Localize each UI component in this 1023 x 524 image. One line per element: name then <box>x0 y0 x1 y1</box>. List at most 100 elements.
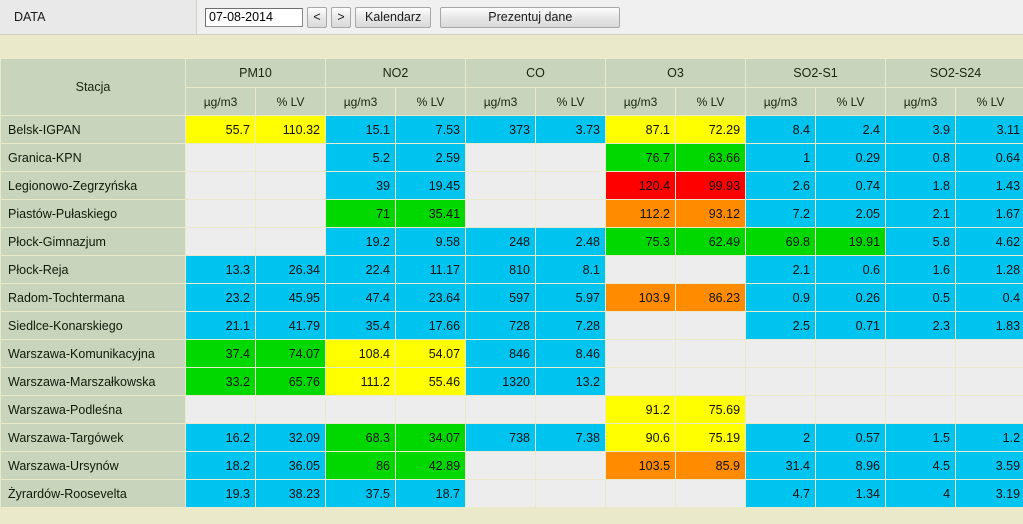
table-row: Belsk-IGPAN 55.7 110.32 15.1 7.53 373 3.73 87.1… <box>1 116 1023 143</box>
measurement-cell <box>676 340 746 367</box>
measurement-cell: 8.46 <box>536 340 606 367</box>
measurement-cell <box>746 368 816 395</box>
station-column-header: Stacja <box>1 59 185 115</box>
measurement-cell <box>606 256 676 283</box>
measurement-cell: 54.07 <box>396 340 466 367</box>
measurement-cell: 7.53 <box>396 116 466 143</box>
measurement-cell <box>256 200 325 227</box>
measurement-cell <box>816 340 886 367</box>
measurement-cell <box>256 172 325 199</box>
date-input[interactable] <box>205 7 303 27</box>
measurement-cell: 86.23 <box>676 284 746 311</box>
measurement-cell: 1.5 <box>886 424 956 451</box>
station-name-cell: Radom-Tochtermana <box>1 284 185 311</box>
measurement-cell: 2.05 <box>816 200 886 227</box>
measurement-cell <box>816 396 886 423</box>
unit-header-co-ugm3: µg/m3 <box>466 88 536 115</box>
station-name-cell: Legionowo-Zegrzyńska <box>1 172 185 199</box>
measurement-cell: 18.2 <box>186 452 255 479</box>
measurement-cell: 2.48 <box>536 228 606 255</box>
table-group-header-row: Stacja PM10 NO2 CO O3 SO2-S1 SO2-S24 <box>1 59 1023 115</box>
measurement-cell: 65.76 <box>256 368 325 395</box>
measurement-cell: 0.57 <box>816 424 886 451</box>
measurement-cell: 0.8 <box>886 144 956 171</box>
group-header-so2-s1: SO2-S1 <box>746 59 886 87</box>
group-header-o3: O3 <box>606 59 746 87</box>
measurement-cell: 0.5 <box>886 284 956 311</box>
measurement-cell: 32.09 <box>256 424 325 451</box>
measurement-cell: 19.2 <box>326 228 395 255</box>
measurement-cell <box>536 172 606 199</box>
station-name-cell: Piastów-Pułaskiego <box>1 200 185 227</box>
station-name-cell: Warszawa-Podleśna <box>1 396 185 423</box>
measurement-cell: 33.2 <box>186 368 255 395</box>
measurement-cell: 5.2 <box>326 144 395 171</box>
measurement-cell: 91.2 <box>606 396 676 423</box>
present-data-button[interactable]: Prezentuj dane <box>440 6 621 28</box>
unit-header-o3-pct-lv: % LV <box>676 88 746 115</box>
unit-header-so2-s1-pct-lv: % LV <box>816 88 886 115</box>
measurement-cell <box>466 396 536 423</box>
measurement-cell: 87.1 <box>606 116 676 143</box>
measurement-cell: 3.59 <box>956 452 1023 479</box>
previous-day-button[interactable]: < <box>307 6 327 28</box>
measurement-cell <box>606 340 676 367</box>
measurement-cell <box>956 368 1023 395</box>
station-name-cell: Płock-Reja <box>1 256 185 283</box>
measurement-cell: 8.96 <box>816 452 886 479</box>
measurement-cell: 1320 <box>466 368 536 395</box>
measurement-cell: 2.59 <box>396 144 466 171</box>
table-row: Warszawa-Podleśna 91.2 75.69 <box>1 396 1023 423</box>
measurement-cell <box>676 368 746 395</box>
measurement-cell: 2.1 <box>886 200 956 227</box>
measurement-cell <box>466 172 536 199</box>
table-row: Legionowo-Zegrzyńska 39 19.45 120.4 99.93 2.6… <box>1 172 1023 199</box>
unit-header-no2-pct-lv: % LV <box>396 88 466 115</box>
measurement-cell: 75.19 <box>676 424 746 451</box>
measurement-cell <box>256 228 325 255</box>
measurement-cell <box>186 396 255 423</box>
measurement-cell: 1.67 <box>956 200 1023 227</box>
measurement-cell <box>886 340 956 367</box>
measurement-cell <box>676 312 746 339</box>
measurement-cell: 99.93 <box>676 172 746 199</box>
table-row: Granica-KPN 5.2 2.59 76.7 63.66 1 0.29 0.8 0.64 <box>1 144 1023 171</box>
measurement-cell: 373 <box>466 116 536 143</box>
measurement-cell: 0.74 <box>816 172 886 199</box>
unit-header-so2-s1-ugm3: µg/m3 <box>746 88 816 115</box>
station-name-cell: Warszawa-Komunikacyjna <box>1 340 185 367</box>
measurement-cell: 45.95 <box>256 284 325 311</box>
measurement-cell: 7.28 <box>536 312 606 339</box>
measurement-cell: 93.12 <box>676 200 746 227</box>
measurement-cell: 112.2 <box>606 200 676 227</box>
measurement-cell: 75.3 <box>606 228 676 255</box>
measurement-cell: 9.58 <box>396 228 466 255</box>
measurement-cell: 13.2 <box>536 368 606 395</box>
measurement-cell: 62.49 <box>676 228 746 255</box>
measurement-cell: 8.1 <box>536 256 606 283</box>
measurement-cell: 75.69 <box>676 396 746 423</box>
next-day-button[interactable]: > <box>331 6 351 28</box>
measurement-cell: 63.66 <box>676 144 746 171</box>
measurement-cell: 4.62 <box>956 228 1023 255</box>
measurement-cell: 34.07 <box>396 424 466 451</box>
measurement-cell <box>676 256 746 283</box>
measurement-cell: 19.3 <box>186 480 255 507</box>
measurement-cell: 0.9 <box>746 284 816 311</box>
measurement-cell: 85.9 <box>676 452 746 479</box>
measurement-cell: 1.6 <box>886 256 956 283</box>
measurement-cell <box>746 396 816 423</box>
measurement-cell: 19.91 <box>816 228 886 255</box>
measurement-cell: 36.05 <box>256 452 325 479</box>
unit-header-no2-ugm3: µg/m3 <box>326 88 395 115</box>
measurement-cell: 11.17 <box>396 256 466 283</box>
measurement-cell <box>536 144 606 171</box>
calendar-button[interactable]: Kalendarz <box>355 6 432 28</box>
table-body: Belsk-IGPAN 55.7 110.32 15.1 7.53 373 3.73 87.1… <box>1 116 1023 507</box>
group-header-so2-s24: SO2-S24 <box>886 59 1023 87</box>
table-row: Warszawa-Targówek 16.2 32.09 68.3 34.07 738 7.… <box>1 424 1023 451</box>
measurement-cell: 3.19 <box>956 480 1023 507</box>
measurement-cell: 38.23 <box>256 480 325 507</box>
measurement-cell: 1 <box>746 144 816 171</box>
measurement-cell: 846 <box>466 340 536 367</box>
